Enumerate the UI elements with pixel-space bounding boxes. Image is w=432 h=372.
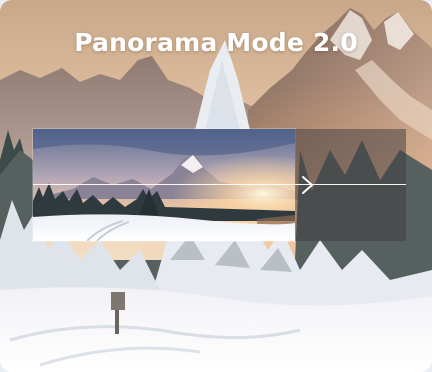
panorama-screen: Panorama Mode 2.0 <box>0 0 432 372</box>
page-title: Panorama Mode 2.0 <box>74 28 358 57</box>
captured-image <box>33 129 295 241</box>
chevron-right-icon <box>302 176 313 194</box>
horizon-guide-line <box>33 184 406 185</box>
captured-preview <box>33 129 295 241</box>
